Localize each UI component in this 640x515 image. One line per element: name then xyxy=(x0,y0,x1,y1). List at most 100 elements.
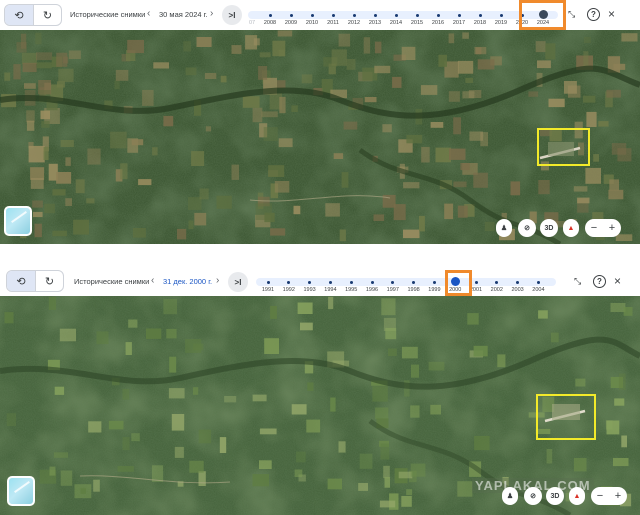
year-label[interactable]: 2013 xyxy=(369,20,381,26)
current-date[interactable]: 30 мая 2024 г. xyxy=(159,10,208,19)
jump-latest-button[interactable]: >I xyxy=(222,5,242,25)
3d-button[interactable]: 3D xyxy=(546,487,564,505)
zoom-in-icon[interactable]: + xyxy=(609,222,615,234)
historical-mode-icon[interactable]: ⟲ xyxy=(7,271,35,291)
timeline-dot[interactable] xyxy=(457,13,461,17)
year-label[interactable]: 2012 xyxy=(348,20,360,26)
clearing-patch xyxy=(621,435,627,448)
close-icon[interactable]: × xyxy=(608,7,615,21)
prev-date-arrow-icon[interactable]: ‹ xyxy=(151,275,154,286)
pegman-icon[interactable]: ♟ xyxy=(496,219,512,237)
help-icon[interactable]: ? xyxy=(593,275,606,288)
year-label[interactable]: 2014 xyxy=(390,20,402,26)
clearing-patch xyxy=(125,342,132,355)
year-label[interactable]: 2016 xyxy=(432,20,444,26)
zoom-out-icon[interactable]: − xyxy=(597,490,603,502)
year-label[interactable]: 2003 xyxy=(511,287,523,293)
clearing-patch xyxy=(219,437,227,453)
timeline-dot[interactable] xyxy=(474,280,478,284)
hide-imagery-icon[interactable]: ⊘ xyxy=(524,487,542,505)
timeline-dot[interactable] xyxy=(373,13,377,17)
year-label[interactable]: 2009 xyxy=(285,20,297,26)
timeline-dot[interactable] xyxy=(478,13,482,17)
layers-thumbnail[interactable] xyxy=(4,206,32,236)
year-label[interactable]: 2019 xyxy=(495,20,507,26)
clearing-patch xyxy=(364,97,377,103)
year-label[interactable]: 2017 xyxy=(453,20,465,26)
timeline-dot[interactable] xyxy=(289,13,293,17)
timeline-dot[interactable] xyxy=(266,280,270,284)
clearing-patch xyxy=(278,49,285,57)
year-label[interactable]: 2008 xyxy=(264,20,276,26)
clearing-patch xyxy=(6,413,16,427)
clearing-patch xyxy=(30,167,45,180)
clearing-patch xyxy=(43,146,49,160)
3d-button[interactable]: 3D xyxy=(540,219,558,237)
pegman-icon[interactable]: ♟ xyxy=(502,487,518,505)
clearing-patch xyxy=(343,121,358,130)
timeline-dot[interactable] xyxy=(370,280,374,284)
compass-icon[interactable]: ▲ xyxy=(563,219,579,237)
year-label[interactable]: 1998 xyxy=(407,287,419,293)
year-label[interactable]: 2010 xyxy=(306,20,318,26)
year-label[interactable]: 2002 xyxy=(491,287,503,293)
timeline-dot[interactable] xyxy=(331,13,335,17)
timeline-dot[interactable] xyxy=(349,280,353,284)
collapse-icon[interactable]: ⤡ xyxy=(574,276,581,287)
timeline-dot[interactable] xyxy=(436,13,440,17)
timeline-dot[interactable] xyxy=(308,280,312,284)
year-label[interactable]: 1991 xyxy=(262,287,274,293)
year-label[interactable]: 2011 xyxy=(327,20,339,26)
timeline-dot[interactable] xyxy=(394,13,398,17)
year-timeline[interactable]: 07 2008 2009 2010 2011 2012 2013 2014 2015 2016 2… xyxy=(248,7,558,29)
layers-thumbnail[interactable] xyxy=(7,476,35,506)
timeline-dot[interactable] xyxy=(391,280,395,284)
year-label[interactable]: 2018 xyxy=(474,20,486,26)
year-label[interactable]: 1997 xyxy=(387,287,399,293)
year-label[interactable]: 2004 xyxy=(532,287,544,293)
clearing-patch xyxy=(583,51,589,67)
year-label[interactable]: 1994 xyxy=(324,287,336,293)
clearing-patch xyxy=(33,211,43,218)
year-label[interactable]: 1995 xyxy=(345,287,357,293)
timeline-dot[interactable] xyxy=(495,280,499,284)
hide-imagery-icon[interactable]: ⊘ xyxy=(518,219,536,237)
close-icon[interactable]: × xyxy=(614,274,621,288)
jump-latest-button[interactable]: >I xyxy=(228,272,248,292)
year-timeline[interactable]: 1991 1992 1993 1994 1995 1996 1997 1998 1999 2000… xyxy=(256,274,556,296)
prev-date-arrow-icon[interactable]: ‹ xyxy=(147,8,150,19)
collapse-icon[interactable]: ⤡ xyxy=(568,9,575,20)
year-label[interactable]: 1992 xyxy=(283,287,295,293)
year-label[interactable]: 2015 xyxy=(411,20,423,26)
timeline-dot[interactable] xyxy=(415,13,419,17)
zoom-in-icon[interactable]: + xyxy=(615,490,621,502)
timeline-dot[interactable] xyxy=(499,13,503,17)
timeline-dot[interactable] xyxy=(516,280,520,284)
timeline-dot[interactable] xyxy=(352,13,356,17)
historical-mode-icon[interactable]: ⟲ xyxy=(5,5,33,25)
timeline-dot[interactable] xyxy=(536,280,540,284)
clearing-patch xyxy=(392,76,402,88)
zoom-out-icon[interactable]: − xyxy=(591,222,597,234)
year-label[interactable]: 1996 xyxy=(366,287,378,293)
clearing-patch xyxy=(216,195,232,209)
clearing-patch xyxy=(403,229,420,239)
timeline-dot[interactable] xyxy=(328,280,332,284)
timeline-dot[interactable] xyxy=(432,280,436,284)
timeline-dot[interactable] xyxy=(268,13,272,17)
year-label[interactable]: 1993 xyxy=(303,287,315,293)
next-date-arrow-icon[interactable]: › xyxy=(210,8,213,19)
clearing-patch xyxy=(325,203,340,217)
timeline-track xyxy=(256,278,556,286)
help-icon[interactable]: ? xyxy=(587,8,600,21)
current-date[interactable]: 31 дек. 2000 г. xyxy=(163,277,212,286)
current-mode-icon[interactable]: ↻ xyxy=(32,5,61,25)
timeline-dot[interactable] xyxy=(310,13,314,17)
current-mode-icon[interactable]: ↻ xyxy=(34,271,63,291)
year-label[interactable]: 1999 xyxy=(428,287,440,293)
timeline-dot[interactable] xyxy=(412,280,416,284)
compass-icon[interactable]: ▲ xyxy=(569,487,585,505)
timeline-dot[interactable] xyxy=(287,280,291,284)
clearing-patch xyxy=(57,81,65,88)
next-date-arrow-icon[interactable]: › xyxy=(216,275,219,286)
